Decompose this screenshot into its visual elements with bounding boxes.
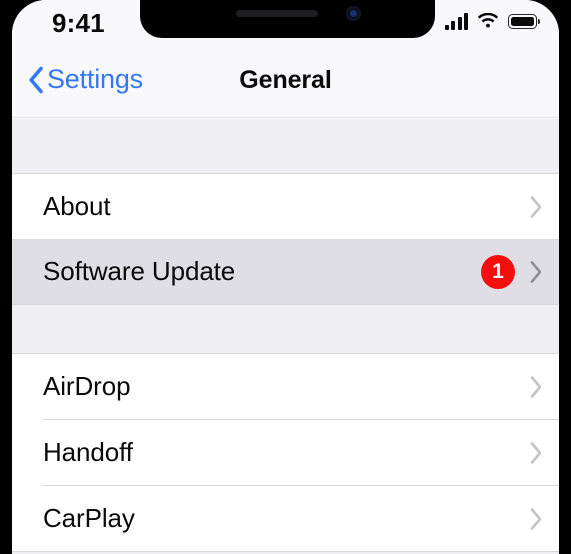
front-camera-icon: [346, 6, 361, 21]
chevron-right-icon: [530, 260, 542, 283]
battery-full-icon: [508, 14, 541, 29]
list-item-accessory: [529, 486, 543, 551]
list-item-label: CarPlay: [43, 503, 135, 533]
list-item-label: AirDrop: [43, 371, 131, 401]
status-bar-indicators: [444, 13, 541, 30]
page-title: General: [239, 66, 332, 94]
list-item-accessory: 1: [481, 239, 543, 304]
status-badge: 1: [481, 254, 515, 289]
list-item-accessory: [529, 354, 543, 419]
earpiece-speaker: [236, 10, 318, 17]
phone-screen: 9:41 Settings General About Software Upd…: [12, 0, 559, 554]
list-item-software-update[interactable]: Software Update 1: [12, 239, 559, 304]
list-item-about[interactable]: About: [12, 174, 559, 239]
list-item-carplay[interactable]: CarPlay: [12, 486, 559, 551]
list-item-label: Handoff: [43, 437, 133, 467]
list-item-accessory: [529, 174, 543, 239]
list-item-handoff[interactable]: Handoff: [12, 420, 559, 485]
chevron-right-icon: [530, 375, 542, 398]
settings-list: About Software Update 1 AirDrop Handoff …: [12, 119, 559, 554]
section-gap-top: [12, 119, 559, 173]
battery-fill: [510, 16, 535, 27]
device-notch: [140, 0, 435, 38]
settings-section-2: AirDrop Handoff CarPlay: [12, 353, 559, 552]
list-item-label: About: [43, 191, 111, 221]
list-item-label: Software Update: [43, 256, 236, 286]
list-item-airdrop[interactable]: AirDrop: [12, 354, 559, 419]
settings-section-1: About Software Update 1: [12, 173, 559, 305]
wifi-icon: [477, 13, 499, 28]
cellular-signal-icon: [444, 13, 468, 30]
chevron-right-icon: [530, 441, 542, 464]
iphone-device-frame: 9:41 Settings General About Software Upd…: [0, 0, 571, 554]
navigation-bar: Settings General: [12, 52, 559, 118]
list-item-accessory: [529, 420, 543, 485]
chevron-right-icon: [530, 507, 542, 530]
section-gap-middle: [12, 305, 559, 353]
status-bar-time: 9:41: [52, 8, 105, 38]
chevron-right-icon: [530, 195, 542, 218]
